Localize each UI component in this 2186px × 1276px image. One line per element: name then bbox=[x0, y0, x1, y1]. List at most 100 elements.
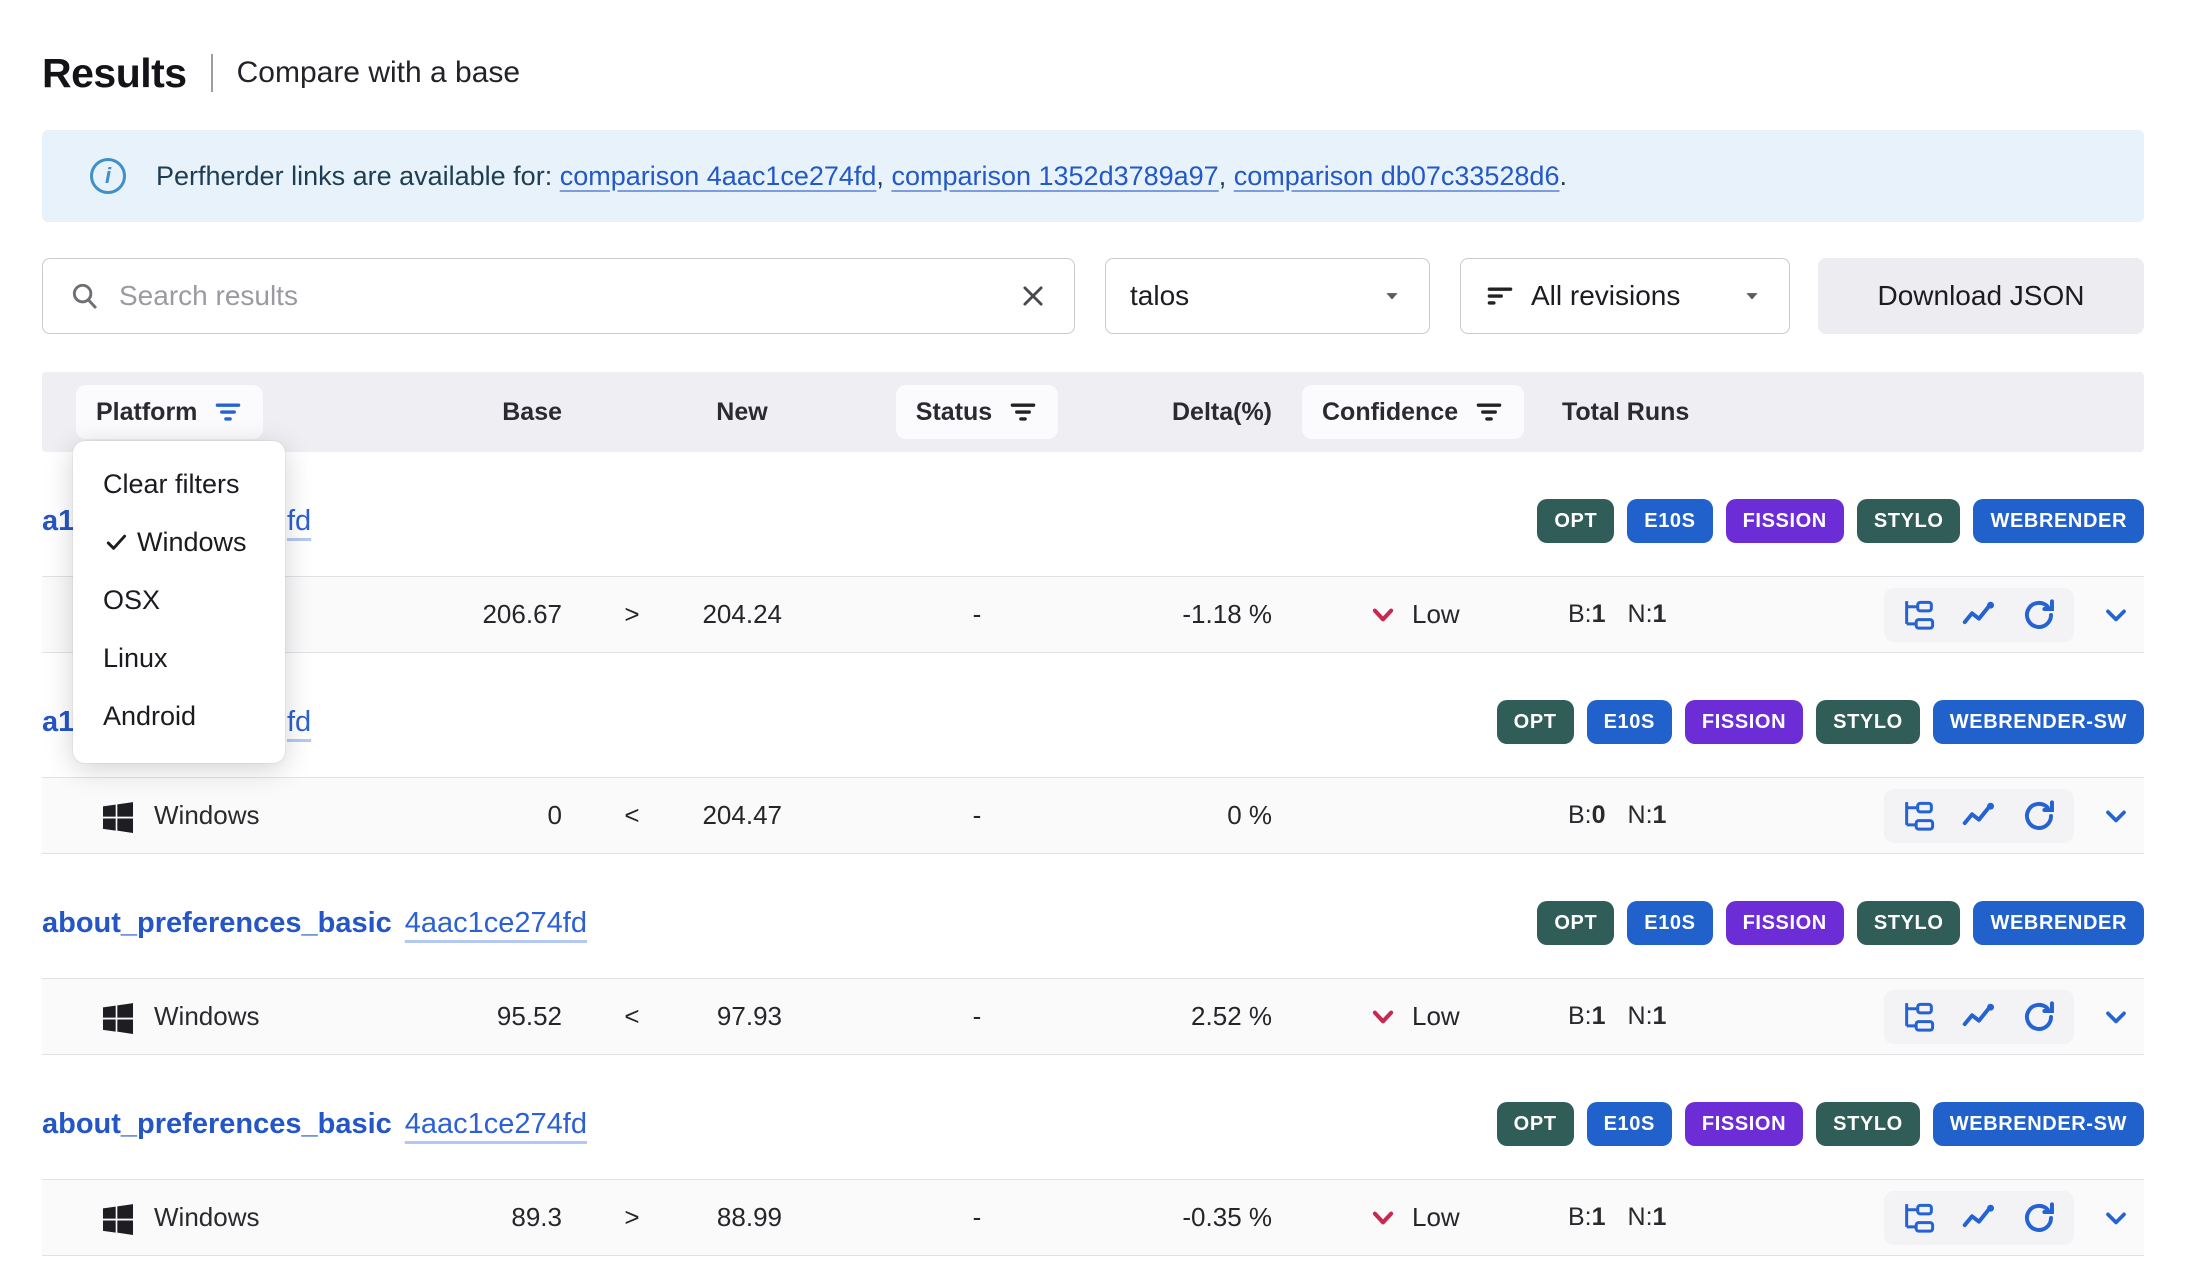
confidence-value: Low bbox=[1412, 599, 1460, 630]
tag-e10s: E10S bbox=[1627, 901, 1712, 945]
comparison-sign: < bbox=[562, 800, 702, 831]
test-name: about_preferences_basic bbox=[42, 907, 392, 940]
tag-stylo: STYLO bbox=[1857, 499, 1961, 543]
comparison-link-2[interactable]: comparison 1352d3789a97 bbox=[891, 161, 1218, 191]
menu-item-clear-filters[interactable]: Clear filters bbox=[73, 455, 285, 513]
new-value: 88.99 bbox=[702, 1202, 782, 1233]
tag-webrender-sw: WEBRENDER-SW bbox=[1933, 700, 2144, 744]
table-row: Windows 89.3 > 88.99 - -0.35 % Low B:1N:… bbox=[42, 1179, 2144, 1256]
new-value: 204.24 bbox=[702, 599, 782, 630]
retrigger-icon[interactable] bbox=[2020, 998, 2058, 1036]
expand-chevron-icon[interactable] bbox=[2100, 800, 2132, 832]
banner-separator: , bbox=[1219, 161, 1234, 191]
graph-icon[interactable] bbox=[1960, 797, 1998, 835]
status-value: - bbox=[782, 599, 1082, 630]
delta-value: 0 % bbox=[1082, 800, 1272, 831]
status-filter-button[interactable]: Status bbox=[896, 385, 1058, 439]
filter-icon bbox=[1474, 397, 1504, 427]
tag-list: OPT E10S FISSION STYLO WEBRENDER bbox=[1537, 901, 2144, 945]
column-delta: Delta(%) bbox=[1082, 398, 1272, 427]
column-platform: Platform bbox=[96, 398, 197, 427]
revisions-select[interactable]: All revisions bbox=[1460, 258, 1790, 334]
tag-fission: FISSION bbox=[1726, 499, 1844, 543]
menu-item-android[interactable]: Android bbox=[73, 687, 285, 745]
platform-label: Windows bbox=[154, 800, 259, 831]
table-row: 206.67 > 204.24 - -1.18 % Low B:1N:1 bbox=[42, 576, 2144, 653]
subtests-icon[interactable] bbox=[1900, 1199, 1938, 1237]
section-header: about_preferences_basic 4aac1ce274fd OPT… bbox=[42, 1095, 2144, 1153]
search-input[interactable] bbox=[119, 280, 1000, 312]
download-json-button[interactable]: Download JSON bbox=[1818, 258, 2144, 334]
row-actions bbox=[1884, 789, 2074, 843]
graph-icon[interactable] bbox=[1960, 998, 1998, 1036]
comparison-sign: > bbox=[562, 599, 702, 630]
comparison-link-3[interactable]: comparison db07c33528d6 bbox=[1234, 161, 1560, 191]
total-runs: B:1N:1 bbox=[1512, 600, 1722, 629]
expand-chevron-icon[interactable] bbox=[2100, 599, 2132, 631]
search-box[interactable] bbox=[42, 258, 1075, 334]
menu-item-windows[interactable]: Windows bbox=[73, 513, 285, 571]
row-actions bbox=[1884, 1191, 2074, 1245]
perfherder-links-banner: i Perfherder links are available for: co… bbox=[42, 130, 2144, 222]
expand-chevron-icon[interactable] bbox=[2100, 1001, 2132, 1033]
tag-list: OPT E10S FISSION STYLO WEBRENDER-SW bbox=[1497, 700, 2144, 744]
filter-icon bbox=[1008, 397, 1038, 427]
windows-icon bbox=[98, 796, 138, 836]
platform-label: Windows bbox=[154, 1202, 259, 1233]
subtests-icon[interactable] bbox=[1900, 596, 1938, 634]
revision-link[interactable]: fd bbox=[287, 505, 311, 538]
retrigger-icon[interactable] bbox=[2020, 797, 2058, 835]
status-value: - bbox=[782, 1202, 1082, 1233]
tag-e10s: E10S bbox=[1587, 700, 1672, 744]
tag-opt: OPT bbox=[1537, 901, 1614, 945]
page-header: Results Compare with a base bbox=[42, 48, 2144, 98]
tag-fission: FISSION bbox=[1726, 901, 1844, 945]
info-icon: i bbox=[90, 158, 126, 194]
page-title: Results bbox=[42, 50, 187, 97]
comparison-sign: < bbox=[562, 1001, 702, 1032]
retrigger-icon[interactable] bbox=[2020, 1199, 2058, 1237]
delta-value: -1.18 % bbox=[1082, 599, 1272, 630]
column-total-runs: Total Runs bbox=[1512, 398, 1722, 427]
subtests-icon[interactable] bbox=[1900, 797, 1938, 835]
framework-select[interactable]: talos bbox=[1105, 258, 1430, 334]
graph-icon[interactable] bbox=[1960, 596, 1998, 634]
revision-link[interactable]: 4aac1ce274fd bbox=[405, 907, 587, 940]
section-header: a1 fd OPT E10S FISSION STYLO WEBRENDER-S… bbox=[42, 693, 2144, 751]
graph-icon[interactable] bbox=[1960, 1199, 1998, 1237]
confidence-filter-button[interactable]: Confidence bbox=[1302, 385, 1524, 439]
confidence-value: Low bbox=[1412, 1001, 1460, 1032]
expand-chevron-icon[interactable] bbox=[2100, 1202, 2132, 1234]
test-title: about_preferences_basic 4aac1ce274fd bbox=[42, 907, 587, 940]
base-value: 206.67 bbox=[312, 599, 562, 630]
search-icon bbox=[69, 280, 101, 312]
menu-item-linux[interactable]: Linux bbox=[73, 629, 285, 687]
page-subtitle: Compare with a base bbox=[237, 56, 520, 90]
tag-opt: OPT bbox=[1497, 1102, 1574, 1146]
banner-prefix: Perfherder links are available for: bbox=[156, 161, 560, 191]
retrigger-icon[interactable] bbox=[2020, 596, 2058, 634]
menu-item-osx[interactable]: OSX bbox=[73, 571, 285, 629]
status-value: - bbox=[782, 800, 1082, 831]
delta-value: -0.35 % bbox=[1082, 1202, 1272, 1233]
banner-text: Perfherder links are available for: comp… bbox=[156, 161, 1567, 192]
platform-filter-button[interactable]: Platform bbox=[76, 385, 263, 439]
tag-webrender: WEBRENDER bbox=[1973, 901, 2144, 945]
revision-link[interactable]: fd bbox=[287, 706, 311, 739]
column-new: New bbox=[702, 398, 782, 427]
clear-search-icon[interactable] bbox=[1018, 281, 1048, 311]
subtests-icon[interactable] bbox=[1900, 998, 1938, 1036]
tag-e10s: E10S bbox=[1627, 499, 1712, 543]
results-page: Results Compare with a base i Perfherder… bbox=[0, 0, 2186, 1276]
delta-value: 2.52 % bbox=[1082, 1001, 1272, 1032]
row-actions bbox=[1884, 588, 2074, 642]
comparison-link-1[interactable]: comparison 4aac1ce274fd bbox=[560, 161, 877, 191]
tag-e10s: E10S bbox=[1587, 1102, 1672, 1146]
revision-link[interactable]: 4aac1ce274fd bbox=[405, 1108, 587, 1141]
check-icon bbox=[103, 528, 131, 556]
controls-bar: talos All revisions Download JSON bbox=[42, 258, 2144, 334]
table-header: Platform Base New Status Delta(%) Confid… bbox=[42, 372, 2144, 452]
filter-icon bbox=[213, 397, 243, 427]
tag-list: OPT E10S FISSION STYLO WEBRENDER-SW bbox=[1497, 1102, 2144, 1146]
tag-stylo: STYLO bbox=[1816, 700, 1920, 744]
